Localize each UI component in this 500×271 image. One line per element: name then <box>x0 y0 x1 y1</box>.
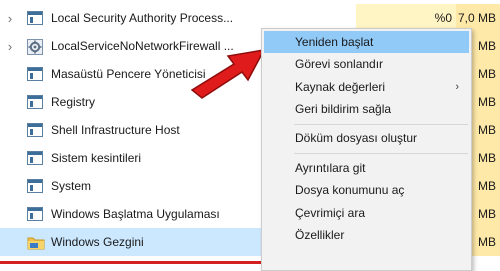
menu-separator <box>294 153 468 154</box>
process-name: Windows Başlatma Uygulaması <box>51 207 220 221</box>
menu-separator <box>294 124 468 125</box>
window-icon <box>27 67 43 81</box>
window-icon <box>27 151 43 165</box>
process-name: Masaüstü Pencere Yöneticisi <box>51 67 206 81</box>
chevron-right-icon[interactable]: › <box>4 4 16 32</box>
menu-item-properties[interactable]: Özellikler <box>264 224 469 246</box>
menu-item-end-task[interactable]: Görevi sonlandır <box>264 53 469 75</box>
red-arrow-icon <box>190 49 266 99</box>
submenu-arrow-icon: › <box>455 81 459 93</box>
process-name: Local Security Authority Process... <box>51 11 234 25</box>
process-name: System <box>51 179 92 193</box>
menu-item-restart[interactable]: Yeniden başlat <box>264 31 469 53</box>
window-icon <box>27 95 43 109</box>
process-name: Registry <box>51 95 96 109</box>
menu-item-create-dump[interactable]: Döküm dosyası oluştur <box>264 127 469 149</box>
folder-icon <box>27 235 45 250</box>
menu-item-go-to-details[interactable]: Ayrıntılara git <box>264 157 469 179</box>
window-icon <box>27 123 43 137</box>
menu-item-label: Kaynak değerleri <box>295 80 386 94</box>
window-icon <box>27 207 43 221</box>
process-name: Windows Gezgini <box>51 235 144 249</box>
process-name: Shell Infrastructure Host <box>51 123 180 137</box>
context-menu: Yeniden başlat Görevi sonlandır Kaynak d… <box>261 28 472 271</box>
chevron-right-icon[interactable]: › <box>4 32 16 60</box>
process-name: Sistem kesintileri <box>51 151 142 165</box>
menu-item-search-online[interactable]: Çevrimiçi ara <box>264 202 469 224</box>
window-icon <box>27 179 43 193</box>
window-icon <box>27 11 43 25</box>
gear-icon <box>27 39 43 55</box>
menu-item-feedback[interactable]: Geri bildirim sağla <box>264 98 469 120</box>
menu-item-open-file-location[interactable]: Dosya konumunu aç <box>264 179 469 201</box>
annotation-underline <box>0 261 273 264</box>
menu-item-resource-values[interactable]: Kaynak değerleri › <box>264 76 469 98</box>
